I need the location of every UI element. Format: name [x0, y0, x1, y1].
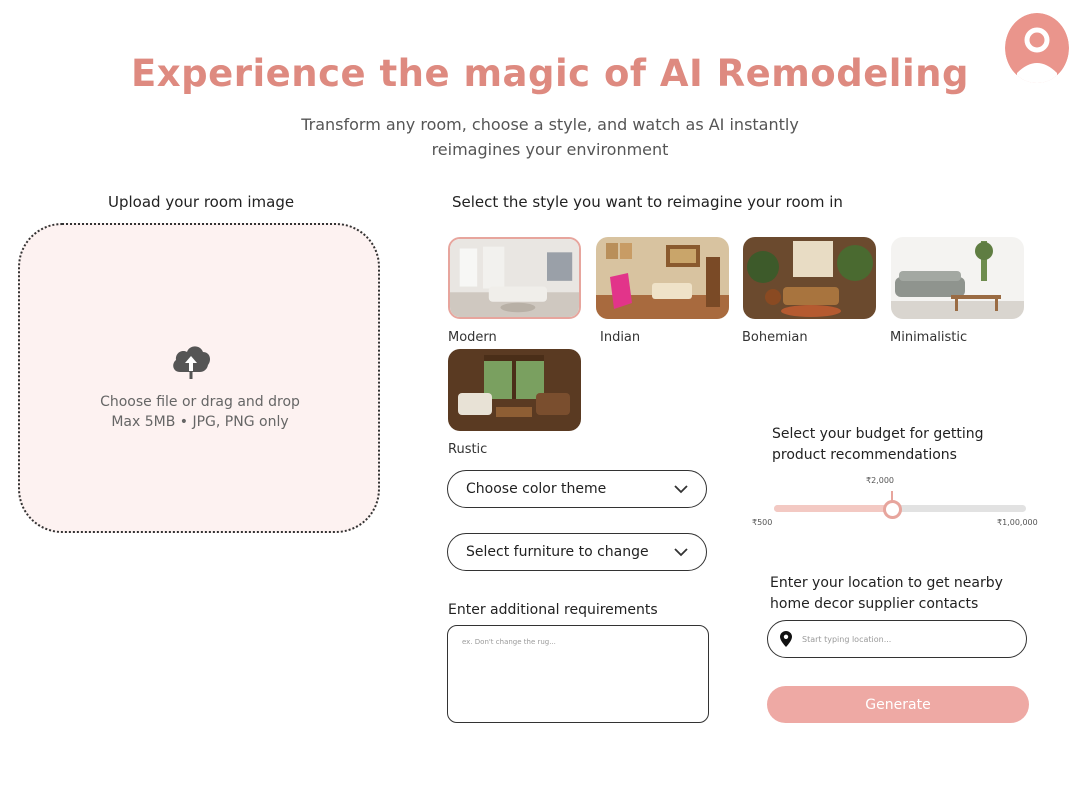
style-label-bohemian: Bohemian [742, 330, 808, 345]
budget-slider-thumb[interactable] [883, 500, 903, 519]
style-section-label: Select the style you want to reimagine y… [452, 193, 843, 211]
furniture-dropdown-text: Select furniture to change [466, 544, 649, 560]
location-label: Enter your location to get nearby home d… [770, 575, 1003, 612]
budget-current-value: ₹2,000 [866, 476, 894, 485]
location-placeholder: Start typing location... [802, 634, 892, 644]
style-label-indian: Indian [600, 330, 641, 345]
style-label-minimalistic: Minimalistic [890, 330, 968, 345]
page-title: Experience the magic of AI Remodeling [130, 52, 969, 95]
requirements-placeholder: ex. Don't change the rug... [462, 638, 556, 646]
style-label-rustic: Rustic [448, 442, 488, 457]
color-theme-dropdown[interactable]: Choose color theme [447, 470, 707, 508]
style-indian-thumbnail[interactable] [596, 237, 729, 319]
style-label-modern: Modern [448, 330, 497, 345]
user-avatar-icon[interactable] [1005, 13, 1069, 83]
location-input[interactable]: Start typing location... [767, 620, 1027, 658]
page-subtitle: Transform any room, choose a style, and … [301, 115, 799, 159]
generate-button[interactable]: Generate [767, 686, 1029, 723]
budget-min-label: ₹500 [752, 518, 773, 527]
location-pin-icon [780, 631, 792, 647]
style-bohemian-thumbnail[interactable] [743, 237, 876, 319]
requirements-label: Enter additional requirements [448, 602, 658, 618]
chevron-down-icon [674, 547, 688, 556]
furniture-dropdown[interactable]: Select furniture to change [447, 533, 707, 571]
upload-label: Upload your room image [108, 193, 295, 211]
budget-max-label: ₹1,00,000 [997, 518, 1038, 527]
chevron-down-icon [674, 484, 688, 493]
style-modern-thumbnail[interactable] [448, 237, 581, 319]
cloud-upload-icon [170, 342, 212, 380]
style-minimalistic-thumbnail[interactable] [891, 237, 1024, 319]
requirements-textarea[interactable]: ex. Don't change the rug... [447, 625, 709, 723]
dropzone-instructions: Choose file or drag and drop Max 5MB • J… [100, 394, 300, 430]
style-rustic-thumbnail[interactable] [448, 349, 581, 431]
budget-slider-fill [774, 505, 893, 512]
color-theme-dropdown-text: Choose color theme [466, 481, 607, 497]
budget-label: Select your budget for getting product r… [772, 426, 984, 463]
